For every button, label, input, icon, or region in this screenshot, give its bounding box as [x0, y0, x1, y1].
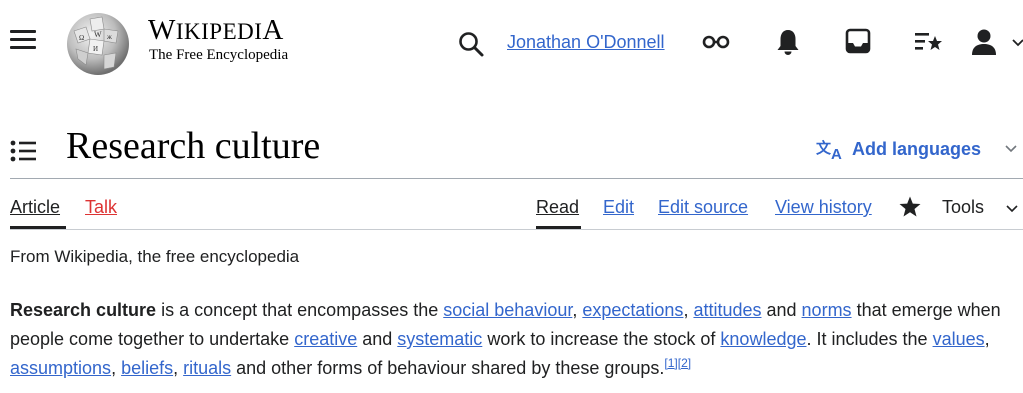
- svg-text:ж: ж: [106, 33, 112, 41]
- chevron-down-icon[interactable]: [1004, 143, 1018, 155]
- bold-term: Research culture: [10, 300, 157, 320]
- inbox-icon[interactable]: [845, 28, 871, 54]
- text-span: and: [357, 329, 398, 349]
- tab-edit[interactable]: Edit: [603, 197, 634, 218]
- lead-paragraph: Research culture is a concept that encom…: [10, 296, 1020, 383]
- watchlist-icon[interactable]: [915, 31, 943, 53]
- toc-icon[interactable]: [10, 139, 38, 163]
- user-page-link[interactable]: Jonathan O'Donnell: [507, 32, 665, 53]
- reference-1[interactable]: [1]: [664, 356, 677, 370]
- title-divider: [10, 178, 1023, 179]
- add-languages-label: Add languages: [852, 138, 982, 159]
- star-icon[interactable]: [898, 195, 922, 219]
- translate-icon: 文 A: [816, 139, 842, 161]
- text-span: work to increase the stock of: [482, 329, 721, 349]
- text-span: ,: [683, 300, 694, 320]
- notifications-bell-icon[interactable]: [776, 28, 800, 56]
- chevron-down-icon[interactable]: [1005, 203, 1019, 215]
- tab-edit-source[interactable]: Edit source: [658, 197, 748, 218]
- tab-view-history[interactable]: View history: [775, 197, 872, 218]
- link-values[interactable]: values: [933, 329, 985, 349]
- tools-menu[interactable]: Tools: [942, 197, 984, 218]
- tab-article[interactable]: Article: [10, 197, 60, 218]
- link-rituals[interactable]: rituals: [183, 358, 231, 378]
- link-systematic[interactable]: systematic: [397, 329, 482, 349]
- text-span: ,: [984, 329, 990, 349]
- text-span: ,: [111, 358, 122, 378]
- link-assumptions[interactable]: assumptions: [10, 358, 111, 378]
- search-icon[interactable]: [457, 30, 485, 58]
- tagline: The Free Encyclopedia: [149, 47, 289, 63]
- link-creative[interactable]: creative: [294, 329, 357, 349]
- user-menu-chevron-icon[interactable]: [1012, 38, 1023, 48]
- svg-text:И: И: [93, 45, 98, 53]
- tab-read[interactable]: Read: [536, 197, 579, 218]
- link-norms[interactable]: norms: [802, 300, 852, 320]
- link-attitudes[interactable]: attitudes: [693, 300, 761, 320]
- svg-text:Ω: Ω: [79, 34, 84, 42]
- site-subtitle: From Wikipedia, the free encyclopedia: [10, 247, 300, 266]
- link-knowledge[interactable]: knowledge: [720, 329, 806, 349]
- svg-text:W: W: [94, 30, 102, 39]
- text-span: ,: [572, 300, 583, 320]
- link-beliefs[interactable]: beliefs: [121, 358, 173, 378]
- add-languages-button[interactable]: 文 A Add languages: [816, 137, 982, 162]
- text-span: ,: [173, 358, 184, 378]
- text-span: . It includes the: [806, 329, 933, 349]
- tab-talk[interactable]: Talk: [85, 197, 117, 218]
- text-span: and other forms of behaviour shared by t…: [231, 358, 665, 378]
- link-expectations[interactable]: expectations: [582, 300, 683, 320]
- link-social-behaviour[interactable]: social behaviour: [443, 300, 572, 320]
- tabs-divider: [10, 229, 1023, 230]
- wikipedia-wordmark[interactable]: WIKIPEDIA: [148, 14, 284, 47]
- wikipedia-globe-logo[interactable]: W Ω ж И: [64, 9, 132, 77]
- user-icon[interactable]: [971, 28, 997, 56]
- reference-2[interactable]: [2]: [678, 356, 691, 370]
- page-title: Research culture: [66, 125, 321, 167]
- text-span: and: [761, 300, 802, 320]
- text-span: is a concept that encompasses the: [156, 300, 444, 320]
- svg-text:A: A: [831, 146, 842, 161]
- reference-markers: [1][2]: [664, 356, 691, 370]
- appearance-icon[interactable]: [702, 34, 730, 50]
- main-menu-button[interactable]: [10, 30, 36, 50]
- svg-text:文: 文: [816, 139, 832, 157]
